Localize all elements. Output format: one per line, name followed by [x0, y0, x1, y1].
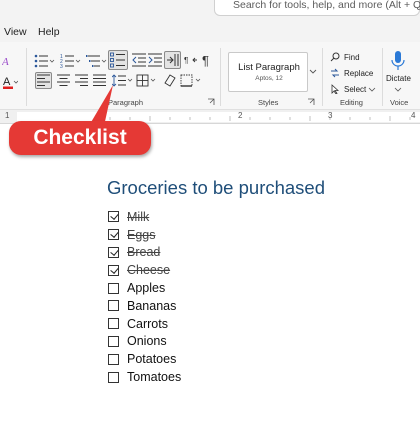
callout-label: Checklist [33, 126, 127, 149]
checklist-callout: Checklist [9, 121, 151, 155]
callout-pointer [90, 85, 113, 126]
